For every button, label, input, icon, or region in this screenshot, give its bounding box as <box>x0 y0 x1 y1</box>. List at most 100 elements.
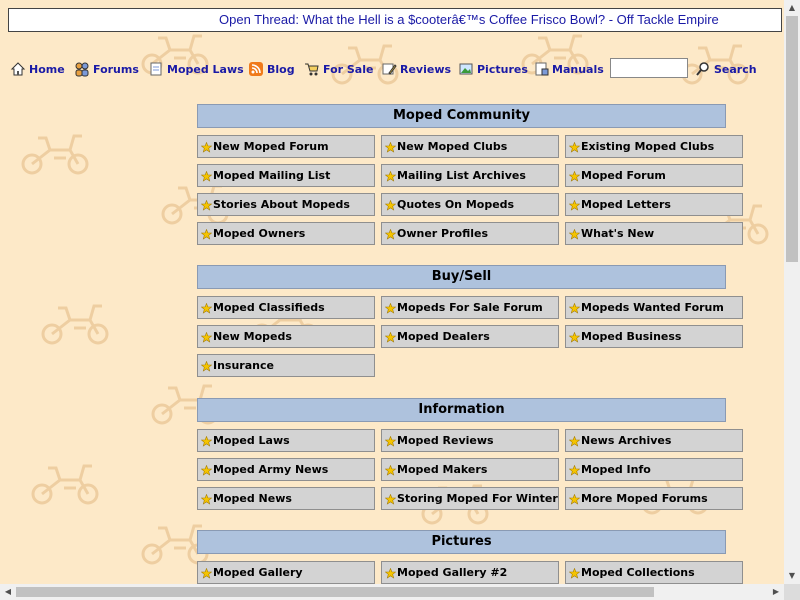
link-moped-info[interactable]: Moped Info <box>565 458 743 481</box>
link-label: Moped Forum <box>581 169 666 182</box>
star-icon <box>200 329 213 343</box>
star-icon <box>384 300 397 314</box>
nav-reviews-link[interactable]: Reviews <box>381 58 451 80</box>
link-moped-dealers[interactable]: Moped Dealers <box>381 325 559 348</box>
link-insurance[interactable]: Insurance <box>197 354 375 377</box>
link-stories-about-mopeds[interactable]: Stories About Mopeds <box>197 193 375 216</box>
link-more-moped-forums[interactable]: More Moped Forums <box>565 487 743 510</box>
link-moped-mailing-list[interactable]: Moped Mailing List <box>197 164 375 187</box>
link-label: Moped Mailing List <box>213 169 331 182</box>
star-icon <box>200 433 213 447</box>
star-icon <box>200 300 213 314</box>
nav-home-link[interactable]: Home <box>10 58 65 80</box>
nav-blog-link[interactable]: Blog <box>248 58 295 80</box>
nav-link-label: Search <box>714 62 757 76</box>
star-icon <box>200 226 213 240</box>
link-storing-moped-for-winter[interactable]: Storing Moped For Winter <box>381 487 559 510</box>
star-icon <box>384 565 397 579</box>
nav-link-label: Pictures <box>477 62 528 76</box>
link-label: Storing Moped For Winter <box>397 492 558 505</box>
search-input[interactable] <box>610 58 688 78</box>
nav-moped-laws-link[interactable]: Moped Laws <box>148 58 244 80</box>
link-mailing-list-archives[interactable]: Mailing List Archives <box>381 164 559 187</box>
nav-link-label: Forums <box>93 62 139 76</box>
link-moped-collections[interactable]: Moped Collections <box>565 561 743 584</box>
nav-link-label: For Sale <box>323 62 374 76</box>
link-existing-moped-clubs[interactable]: Existing Moped Clubs <box>565 135 743 158</box>
link-moped-gallery-2[interactable]: Moped Gallery #2 <box>381 561 559 584</box>
moped-silhouette-icon <box>41 304 109 345</box>
link-label: More Moped Forums <box>581 492 708 505</box>
cart-icon <box>304 61 320 77</box>
scroll-left-arrow-icon[interactable]: ◀ <box>0 584 16 600</box>
scrollbar-corner <box>784 584 800 600</box>
star-icon <box>384 168 397 182</box>
link-moped-laws[interactable]: Moped Laws <box>197 429 375 452</box>
section-header-buy-sell: Buy/Sell <box>197 265 726 289</box>
section-header-pictures: Pictures <box>197 530 726 554</box>
section-header-moped-community: Moped Community <box>197 104 726 128</box>
link-moped-letters[interactable]: Moped Letters <box>565 193 743 216</box>
nav-forums-link[interactable]: Forums <box>74 58 139 80</box>
vertical-scrollbar[interactable]: ▲ ▼ <box>784 0 800 584</box>
scroll-down-arrow-icon[interactable]: ▼ <box>784 568 800 584</box>
document-icon <box>148 61 164 77</box>
link-moped-army-news[interactable]: Moped Army News <box>197 458 375 481</box>
link-mopeds-wanted-forum[interactable]: Mopeds Wanted Forum <box>565 296 743 319</box>
link-moped-reviews[interactable]: Moped Reviews <box>381 429 559 452</box>
top-nav: Home Forums Moped Laws Blog For Sale Reviews P… <box>10 58 780 80</box>
link-label: Moped Info <box>581 463 651 476</box>
star-icon <box>568 226 581 240</box>
link-label: Moped Owners <box>213 227 306 240</box>
scroll-right-arrow-icon[interactable]: ▶ <box>768 584 784 600</box>
nav-link-label: Blog <box>267 62 295 76</box>
section-header-information: Information <box>197 398 726 422</box>
nav-link-label: Home <box>29 62 65 76</box>
link-mopeds-for-sale-forum[interactable]: Mopeds For Sale Forum <box>381 296 559 319</box>
horizontal-scroll-thumb[interactable] <box>16 587 654 597</box>
nav-pictures-link[interactable]: Pictures <box>458 58 528 80</box>
star-icon <box>200 462 213 476</box>
link-new-moped-clubs[interactable]: New Moped Clubs <box>381 135 559 158</box>
link-moped-forum[interactable]: Moped Forum <box>565 164 743 187</box>
nav-link-label: Reviews <box>400 62 452 76</box>
star-icon <box>568 300 581 314</box>
star-icon <box>384 226 397 240</box>
link-moped-owners[interactable]: Moped Owners <box>197 222 375 245</box>
star-icon <box>200 358 213 372</box>
link-label: Moped News <box>213 492 292 505</box>
people-icon <box>74 61 90 77</box>
nav-for-sale-link[interactable]: For Sale <box>304 58 373 80</box>
link-moped-gallery[interactable]: Moped Gallery <box>197 561 375 584</box>
nav-manuals-link[interactable]: Manuals <box>533 58 604 80</box>
house-icon <box>10 61 26 77</box>
nav-search-link[interactable]: Search <box>695 58 757 80</box>
nav-link-label: Manuals <box>552 62 604 76</box>
link-what-s-new[interactable]: What's New <box>565 222 743 245</box>
scroll-up-arrow-icon[interactable]: ▲ <box>784 0 800 16</box>
star-icon <box>384 433 397 447</box>
link-moped-makers[interactable]: Moped Makers <box>381 458 559 481</box>
star-icon <box>200 491 213 505</box>
moped-silhouette-icon <box>31 464 99 505</box>
link-owner-profiles[interactable]: Owner Profiles <box>381 222 559 245</box>
link-label: Moped Laws <box>213 434 290 447</box>
link-quotes-on-mopeds[interactable]: Quotes On Mopeds <box>381 193 559 216</box>
link-label: Stories About Mopeds <box>213 198 350 211</box>
link-moped-news[interactable]: Moped News <box>197 487 375 510</box>
link-label: Moped Gallery #2 <box>397 566 508 579</box>
link-new-mopeds[interactable]: New Mopeds <box>197 325 375 348</box>
picture-icon <box>458 61 474 77</box>
star-icon <box>384 139 397 153</box>
horizontal-scrollbar[interactable]: ◀ ▶ <box>0 584 784 600</box>
page-title: Open Thread: What the Hell is a $cooterâ… <box>8 8 782 32</box>
vertical-scroll-thumb[interactable] <box>786 16 798 262</box>
link-news-archives[interactable]: News Archives <box>565 429 743 452</box>
link-label: Mailing List Archives <box>397 169 526 182</box>
link-label: Quotes On Mopeds <box>397 198 515 211</box>
link-new-moped-forum[interactable]: New Moped Forum <box>197 135 375 158</box>
link-moped-classifieds[interactable]: Moped Classifieds <box>197 296 375 319</box>
rss-icon <box>248 61 264 77</box>
nav-link-label: Moped Laws <box>167 62 244 76</box>
link-moped-business[interactable]: Moped Business <box>565 325 743 348</box>
